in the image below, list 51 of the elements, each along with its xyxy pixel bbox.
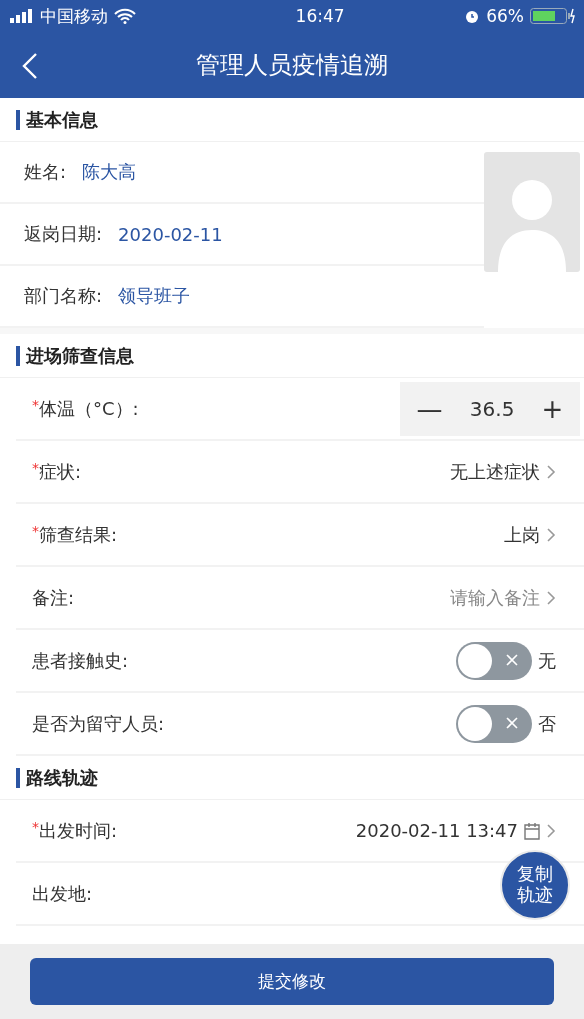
toggle-value: 无 <box>538 648 556 673</box>
field-placeholder[interactable]: 请输入备注 <box>450 585 540 610</box>
minus-button[interactable]: — <box>410 393 449 424</box>
field-label: 部门名称: <box>24 284 103 308</box>
field-value: 领导班子 <box>118 284 191 308</box>
field-label: 出发地: <box>32 881 93 906</box>
field-label: 患者接触史: <box>32 648 129 673</box>
chevron-icon <box>546 589 556 606</box>
section-title: 路线轨迹 <box>16 767 98 788</box>
field-label: 筛查结果: <box>39 522 118 547</box>
wifi-icon <box>114 8 136 24</box>
required-asterisk: * <box>32 459 39 476</box>
temperature-value: 36.5 <box>469 396 515 421</box>
close-icon <box>506 653 518 666</box>
plus-button[interactable]: + <box>535 393 570 424</box>
field-label: 症状: <box>39 459 82 484</box>
field-value[interactable]: 上岗 <box>504 522 540 547</box>
required-asterisk: * <box>32 522 39 539</box>
toggle-switch[interactable] <box>456 704 532 743</box>
required-asterisk: * <box>32 818 39 835</box>
field-value[interactable]: 2020-02-11 13:47 <box>355 820 518 841</box>
toggle-switch[interactable] <box>456 641 532 680</box>
close-icon <box>506 716 518 729</box>
alarm-icon <box>464 8 481 24</box>
page-title: 管理人员疫情追溯 <box>196 50 388 81</box>
field-value: 陈大高 <box>82 160 137 184</box>
field-label: 出发时间: <box>39 818 118 843</box>
section-title: 基本信息 <box>16 109 98 130</box>
field-value[interactable]: 无上述症状 <box>450 459 540 484</box>
submit-button[interactable]: 提交修改 <box>30 958 554 1005</box>
avatar-placeholder-icon <box>484 152 580 272</box>
battery-icon <box>530 8 576 24</box>
clock-time: 16:47 <box>295 6 345 26</box>
field-label: 是否为留守人员: <box>32 711 165 736</box>
required-asterisk: * <box>32 396 39 413</box>
field-label: 体温（°C）: <box>39 396 139 421</box>
field-value: 2020-02-11 <box>118 223 223 245</box>
field-label: 返岗日期: <box>24 222 103 246</box>
calendar-icon <box>524 821 540 840</box>
chevron-icon <box>546 526 556 543</box>
carrier-name: 中国移动 <box>40 4 108 28</box>
battery-percent: 66% <box>486 6 524 26</box>
chevron-icon <box>546 822 556 839</box>
chevron-icon <box>546 463 556 480</box>
copy-route-button[interactable]: 复制轨迹 <box>500 850 570 920</box>
field-label: 姓名: <box>24 160 67 184</box>
back-icon[interactable] <box>22 52 38 80</box>
field-label: 备注: <box>32 585 75 610</box>
signal-icon <box>10 9 34 23</box>
toggle-value: 否 <box>538 711 556 736</box>
section-title: 进场筛查信息 <box>16 345 134 366</box>
